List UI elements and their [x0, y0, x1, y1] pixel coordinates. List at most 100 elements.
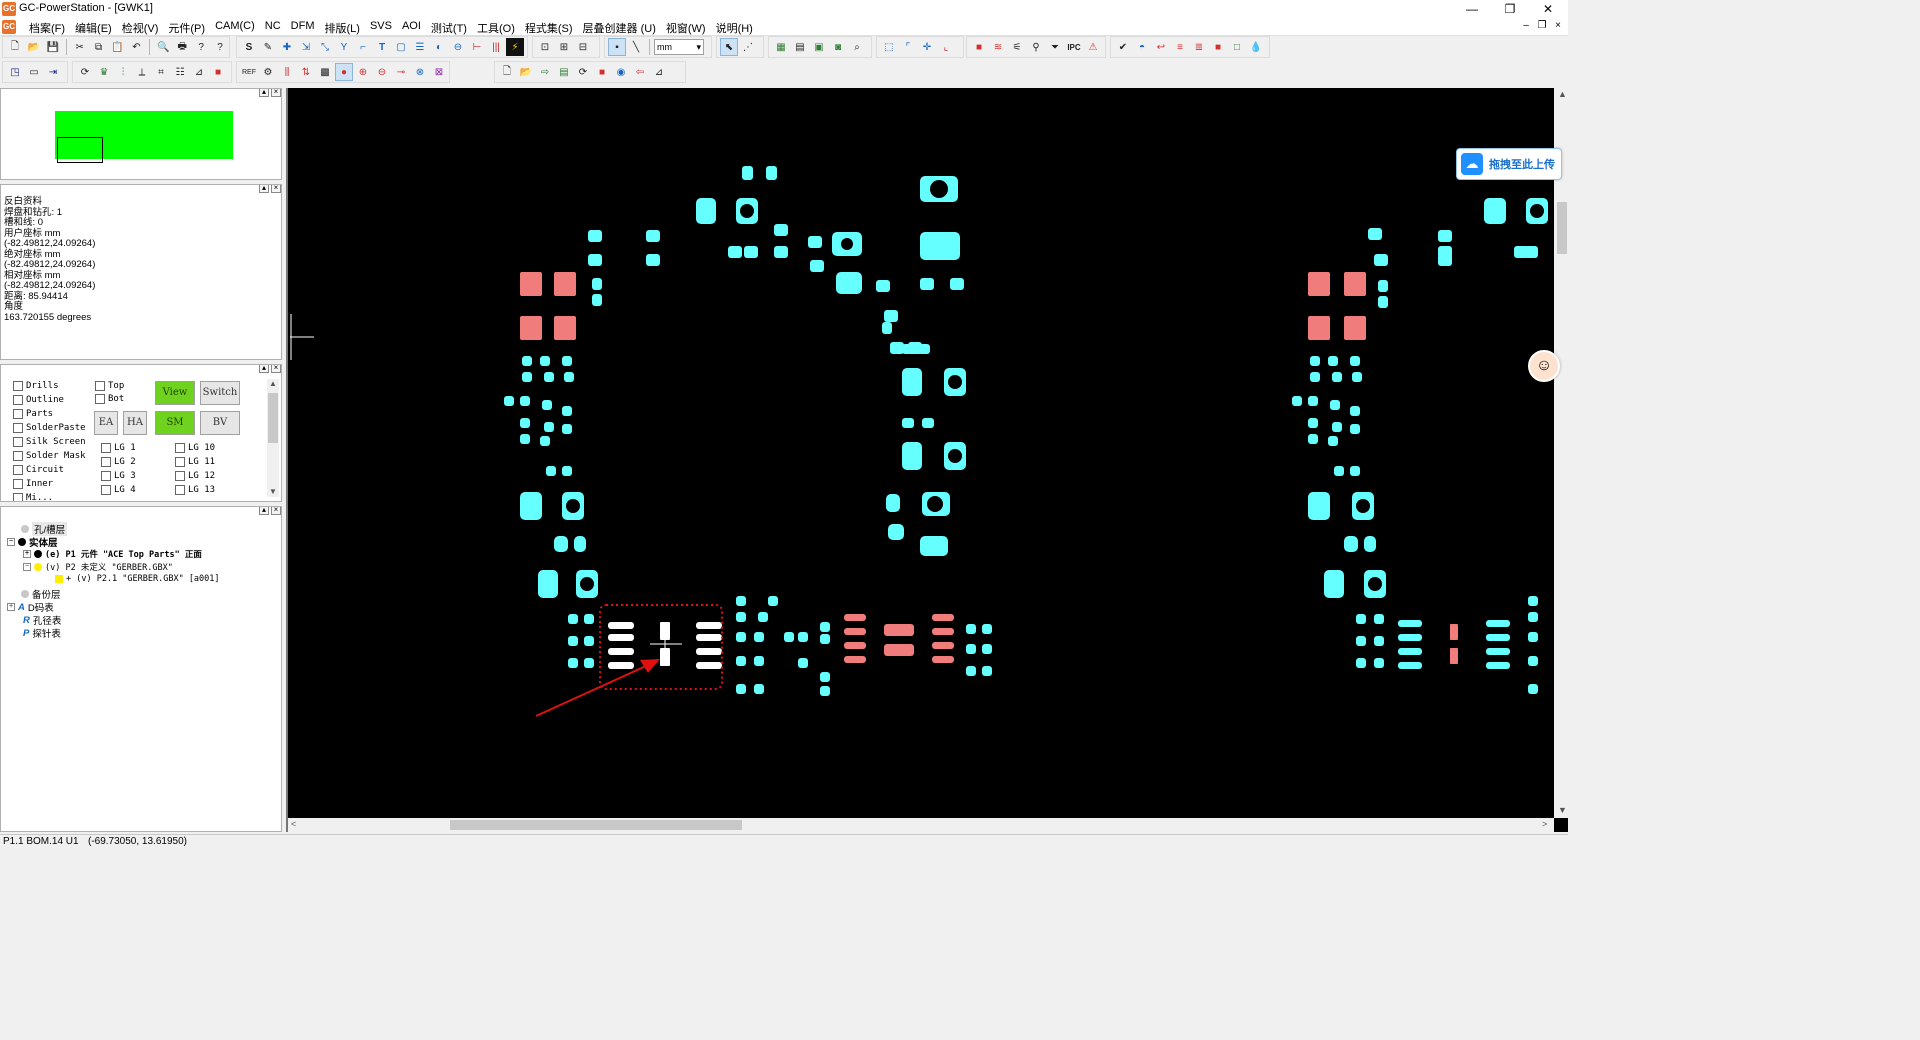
drop-icon[interactable]: 💧: [1247, 38, 1265, 56]
pcb-pad[interactable]: [982, 644, 992, 654]
ha-button[interactable]: HA: [123, 411, 147, 435]
check-lg-1[interactable]: LG 1: [101, 443, 136, 453]
box-select-icon[interactable]: ⬚: [880, 38, 898, 56]
pcb-pad[interactable]: [736, 684, 746, 694]
pcb-pad[interactable]: [1398, 662, 1422, 669]
collapse-icon[interactable]: −: [23, 563, 31, 571]
net-red-icon[interactable]: ●: [335, 63, 353, 81]
add-pad-icon[interactable]: ✚: [278, 38, 296, 56]
pcb-pad[interactable]: [902, 344, 914, 354]
pcb-pad[interactable]: [754, 632, 764, 642]
pcb-pad[interactable]: [520, 492, 542, 520]
pcb-pad[interactable]: [758, 612, 768, 622]
pcb-pad[interactable]: [902, 418, 914, 428]
pcb-pad[interactable]: [1484, 198, 1506, 224]
paste-icon[interactable]: 📋: [109, 38, 127, 56]
pcb-pad[interactable]: [1438, 230, 1452, 242]
view-button[interactable]: View: [155, 381, 195, 405]
pcb-pad[interactable]: [932, 656, 954, 663]
pcb-pad[interactable]: [1308, 418, 1318, 428]
s-tool-icon[interactable]: S: [240, 38, 258, 56]
pcb-pad[interactable]: [574, 536, 586, 552]
pcb-pad[interactable]: [728, 246, 742, 258]
measure-icon[interactable]: ⤡: [316, 38, 334, 56]
check-parts[interactable]: Parts: [13, 409, 53, 419]
hook-icon[interactable]: ↩: [1152, 38, 1170, 56]
horizontal-scrollbar[interactable]: < >: [288, 818, 1554, 832]
maximize-panel-icon[interactable]: ▴: [259, 507, 269, 515]
pcb-pad[interactable]: [1310, 372, 1320, 382]
tree-p21-gerber[interactable]: + (v) P2.1 "GERBER.GBX" [a001]: [55, 574, 220, 584]
pcb-pad[interactable]: [932, 642, 954, 649]
mdi-close-button[interactable]: ×: [1550, 20, 1566, 31]
pcb-pad[interactable]: [1398, 634, 1422, 641]
net-target-icon[interactable]: ⊕: [354, 63, 372, 81]
pcb-pad[interactable]: [608, 648, 634, 655]
menu-cam[interactable]: CAM(C): [210, 20, 260, 36]
pcb-pad[interactable]: [844, 614, 866, 621]
pcb-pad[interactable]: [1332, 422, 1342, 432]
pcb-pad[interactable]: [742, 166, 753, 180]
print-icon[interactable]: 🖶: [173, 38, 191, 56]
cross-select-icon[interactable]: ✛: [918, 38, 936, 56]
branch-icon[interactable]: Y: [335, 38, 353, 56]
text-icon[interactable]: T: [373, 38, 391, 56]
window-icon[interactable]: ◳: [6, 63, 24, 81]
pcb-pad[interactable]: [768, 596, 778, 606]
scroll-thumb[interactable]: [450, 820, 742, 830]
pcb-pad[interactable]: [546, 466, 556, 476]
pcb-canvas-area[interactable]: < > ▲ ▼: [286, 88, 1568, 832]
check-circuit[interactable]: Circuit: [13, 465, 64, 475]
tree-solid-layer[interactable]: − 实体层: [7, 535, 58, 549]
pcb-pad[interactable]: [1328, 436, 1338, 446]
pcb-pad[interactable]: [888, 524, 904, 540]
new-file-icon[interactable]: 🗋: [6, 38, 24, 56]
chip-icon[interactable]: ▣: [810, 38, 828, 56]
menu-tools[interactable]: 工具(O): [472, 20, 520, 36]
check-soldermask[interactable]: Solder Mask: [13, 451, 86, 461]
pcb-pad[interactable]: [922, 418, 934, 428]
pcb-pad[interactable]: [562, 466, 572, 476]
board-overview-panel[interactable]: ▴ ×: [0, 88, 282, 180]
pcb-pad[interactable]: [1308, 316, 1330, 340]
pcb-pad[interactable]: [886, 494, 900, 512]
select-net-icon[interactable]: ⋰: [739, 38, 757, 56]
mdi-minimize-button[interactable]: –: [1518, 20, 1534, 31]
pcb-pad[interactable]: [1308, 492, 1330, 520]
check-silkscreen[interactable]: Silk Screen: [13, 437, 86, 447]
pcb-pad[interactable]: [520, 272, 542, 296]
pcb-pad[interactable]: [1374, 614, 1384, 624]
pcb-pad[interactable]: [1378, 296, 1388, 308]
pcb-pad[interactable]: [588, 230, 602, 242]
arc-icon[interactable]: ◐: [430, 38, 448, 56]
export-icon[interactable]: ⇦: [631, 63, 649, 81]
pcb-pad[interactable]: [562, 424, 572, 434]
sm-button[interactable]: SM: [155, 411, 195, 435]
pcb-pad[interactable]: [918, 344, 930, 354]
pcb-pad[interactable]: [1310, 356, 1320, 366]
doc-icon[interactable]: 🗋: [498, 63, 516, 81]
close-panel-icon[interactable]: ×: [271, 507, 281, 515]
pcb-pad[interactable]: [608, 634, 634, 641]
magnet-icon[interactable]: ◓: [1133, 38, 1151, 56]
assistant-avatar-icon[interactable]: ☺: [1528, 350, 1560, 382]
pcb-pad[interactable]: [966, 666, 976, 676]
drc-icon[interactable]: ⚠: [1084, 38, 1102, 56]
pcb-pad[interactable]: [1308, 434, 1318, 444]
pcb-pad[interactable]: [1486, 662, 1510, 669]
pcb-pad[interactable]: [1344, 316, 1366, 340]
pcb-pad[interactable]: [540, 436, 550, 446]
pcb-pad[interactable]: [1398, 620, 1422, 627]
save-icon[interactable]: 💾: [44, 38, 62, 56]
ea-button[interactable]: EA: [94, 411, 118, 435]
checkmark-icon[interactable]: ✔: [1114, 38, 1132, 56]
pcb-pad[interactable]: [754, 656, 764, 666]
minimize-button[interactable]: —: [1452, 0, 1492, 18]
pcb-pad[interactable]: [540, 356, 550, 366]
context-help-icon[interactable]: ?: [211, 38, 229, 56]
scroll-left-icon[interactable]: <: [291, 819, 296, 829]
menu-nc[interactable]: NC: [260, 20, 286, 36]
pcb-pad[interactable]: [1344, 536, 1358, 552]
pcb-pad[interactable]: [696, 622, 722, 629]
pcb-pad[interactable]: [554, 536, 568, 552]
